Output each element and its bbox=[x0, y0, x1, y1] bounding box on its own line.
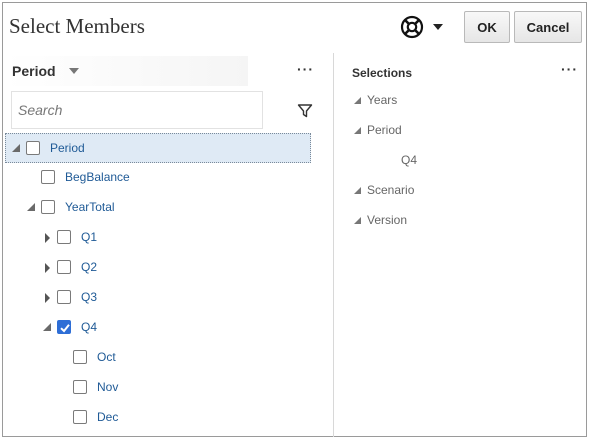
expand-toggle-icon[interactable] bbox=[45, 263, 50, 273]
member-label[interactable]: Q1 bbox=[81, 230, 97, 244]
select-members-dialog: Select Members OK Cancel Period ··· Peri… bbox=[2, 2, 587, 437]
member-label[interactable]: Nov bbox=[97, 380, 118, 394]
member-checkbox[interactable] bbox=[57, 230, 71, 244]
tree-row-dec[interactable]: Dec bbox=[3, 403, 313, 433]
tree-row-q4[interactable]: Q4 bbox=[3, 313, 313, 343]
selection-label: Years bbox=[367, 93, 398, 107]
cancel-button[interactable]: Cancel bbox=[514, 11, 582, 43]
checkmark-icon bbox=[60, 324, 70, 333]
selection-label: Scenario bbox=[367, 183, 415, 197]
dimension-label: Period bbox=[12, 63, 56, 79]
collapse-toggle-icon[interactable] bbox=[354, 126, 361, 134]
tree-row-period[interactable]: Period bbox=[5, 133, 311, 163]
tree-row-q2[interactable]: Q2 bbox=[3, 253, 313, 283]
member-checkbox[interactable] bbox=[73, 410, 87, 424]
lifebuoy-icon bbox=[400, 15, 424, 39]
help-menu-button[interactable] bbox=[396, 13, 448, 41]
collapse-toggle-icon[interactable] bbox=[43, 323, 51, 331]
member-checkbox[interactable] bbox=[57, 290, 71, 304]
member-label[interactable]: Q4 bbox=[81, 320, 97, 334]
members-more-options-button[interactable]: ··· bbox=[297, 61, 314, 77]
tree-row-nov[interactable]: Nov bbox=[3, 373, 313, 403]
tree-row-q3[interactable]: Q3 bbox=[3, 283, 313, 313]
member-checkbox[interactable] bbox=[73, 350, 87, 364]
selection-item-scenario[interactable]: Scenario bbox=[354, 179, 414, 201]
selection-label: Period bbox=[367, 123, 402, 137]
member-checkbox[interactable] bbox=[57, 320, 71, 334]
selection-label: Version bbox=[367, 213, 408, 227]
chevron-down-icon bbox=[433, 24, 443, 30]
selection-item-version[interactable]: Version bbox=[354, 209, 407, 231]
member-label[interactable]: Q2 bbox=[81, 260, 97, 274]
member-label[interactable]: Dec bbox=[97, 410, 118, 424]
member-checkbox[interactable] bbox=[73, 380, 87, 394]
member-label[interactable]: Oct bbox=[97, 350, 116, 364]
collapse-toggle-icon[interactable] bbox=[354, 186, 361, 194]
member-label[interactable]: Period bbox=[50, 141, 85, 155]
member-checkbox[interactable] bbox=[41, 170, 55, 184]
chevron-down-icon bbox=[68, 68, 79, 74]
dialog-title: Select Members bbox=[9, 14, 145, 38]
tree-row-begbalance[interactable]: BegBalance bbox=[3, 163, 313, 193]
tree-row-q1[interactable]: Q1 bbox=[3, 223, 313, 253]
dimension-selector[interactable]: Period bbox=[5, 56, 248, 86]
selection-item-q4[interactable]: Q4 bbox=[401, 149, 417, 171]
tree-row-oct[interactable]: Oct bbox=[3, 343, 313, 373]
member-label[interactable]: YearTotal bbox=[65, 200, 115, 214]
selection-label: Q4 bbox=[401, 153, 418, 167]
collapse-toggle-icon[interactable] bbox=[354, 96, 361, 104]
collapse-toggle-icon[interactable] bbox=[12, 144, 20, 152]
collapse-toggle-icon[interactable] bbox=[27, 203, 35, 211]
ok-button[interactable]: OK bbox=[464, 11, 510, 43]
selection-item-years[interactable]: Years bbox=[354, 89, 397, 111]
selection-item-period[interactable]: Period bbox=[354, 119, 402, 141]
member-label[interactable]: Q3 bbox=[81, 290, 97, 304]
tree-row-yeartotal[interactable]: YearTotal bbox=[3, 193, 313, 223]
filter-icon[interactable] bbox=[297, 103, 313, 119]
member-checkbox[interactable] bbox=[26, 141, 40, 155]
expand-toggle-icon[interactable] bbox=[45, 233, 50, 243]
expand-toggle-icon[interactable] bbox=[45, 293, 50, 303]
member-checkbox[interactable] bbox=[57, 260, 71, 274]
selections-more-options-button[interactable]: ··· bbox=[561, 61, 578, 77]
search-input[interactable] bbox=[11, 91, 263, 129]
selections-panel: Selections ··· Years Period Q4 Scenario Vers… bbox=[334, 53, 588, 437]
member-checkbox[interactable] bbox=[41, 200, 55, 214]
collapse-toggle-icon[interactable] bbox=[354, 216, 361, 224]
member-label[interactable]: BegBalance bbox=[65, 170, 130, 184]
selections-title: Selections bbox=[352, 66, 413, 80]
members-panel: Period ··· Period BegBalance YearTotal Q1 Q2… bbox=[3, 53, 333, 437]
